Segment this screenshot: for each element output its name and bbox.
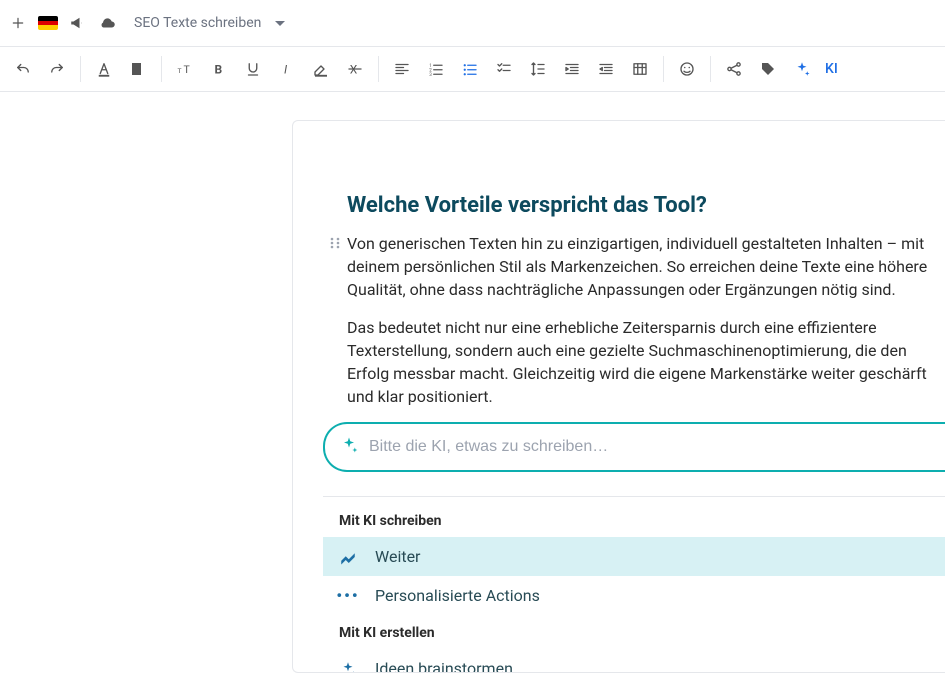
separator (663, 56, 664, 82)
bullet-list-button[interactable] (453, 52, 487, 86)
font-color-icon (95, 60, 113, 78)
sparkle-icon (337, 660, 359, 673)
announcements-button[interactable] (64, 9, 92, 37)
drag-handle-icon[interactable] (329, 235, 341, 254)
font-size-button[interactable]: TT (168, 52, 202, 86)
document-type-label: SEO Texte schreiben (134, 15, 261, 31)
bold-button[interactable]: B (202, 52, 236, 86)
bold-icon: B (210, 60, 228, 78)
emoji-button[interactable] (670, 52, 704, 86)
flag-de-icon (38, 16, 58, 30)
table-icon (631, 60, 649, 78)
language-flag-german[interactable] (34, 9, 62, 37)
content-paragraph-2[interactable]: Das bedeutet nicht nur eine erhebliche Z… (347, 316, 945, 409)
more-dots-icon: ••• (337, 586, 359, 605)
checklist-icon (495, 60, 513, 78)
align-left-button[interactable] (385, 52, 419, 86)
ki-label-button[interactable]: KI (819, 61, 844, 77)
checklist-button[interactable] (487, 52, 521, 86)
chevron-down-icon (275, 21, 285, 26)
editor-toolbar: TT B I X 123 (0, 46, 945, 92)
separator (161, 56, 162, 82)
suggest-section-header-create: Mit KI erstellen (323, 615, 945, 649)
italic-button[interactable]: I (270, 52, 304, 86)
cloud-icon (99, 14, 117, 32)
share-button[interactable] (717, 52, 751, 86)
italic-icon: I (278, 60, 296, 78)
suggest-section-header-write: Mit KI schreiben (323, 503, 945, 537)
redo-icon (48, 60, 66, 78)
tag-icon (759, 60, 777, 78)
font-color-button[interactable] (87, 52, 121, 86)
suggest-item-personalized-actions[interactable]: ••• Personalisierte Actions (323, 576, 945, 615)
undo-icon (14, 60, 32, 78)
text-underline-color-button[interactable] (304, 52, 338, 86)
content-paragraph-1[interactable]: Von generischen Texten hin zu einzigarti… (347, 232, 945, 302)
ai-prompt-input[interactable] (369, 438, 931, 456)
ai-suggestions-panel: Mit KI schreiben Weiter ••• Personalisie… (323, 496, 945, 673)
underline-button[interactable] (236, 52, 270, 86)
indent-increase-button[interactable] (555, 52, 589, 86)
separator (710, 56, 711, 82)
sparkle-icon (339, 435, 359, 459)
bullet-list-icon (461, 60, 479, 78)
strikethrough-button[interactable]: X (338, 52, 372, 86)
megaphone-icon (69, 14, 87, 32)
suggest-item-label: Personalisierte Actions (375, 586, 540, 605)
undo-button[interactable] (6, 52, 40, 86)
suggest-item-label: Weiter (375, 547, 420, 566)
underline-icon (244, 60, 262, 78)
ordered-list-button[interactable]: 123 (419, 52, 453, 86)
highlight-button[interactable] (121, 52, 155, 86)
editor-content: Welche Vorteile verspricht das Tool? Von… (292, 120, 945, 673)
indent-increase-icon (563, 60, 581, 78)
svg-text:I: I (284, 63, 288, 77)
svg-text:T: T (178, 67, 182, 75)
suggest-item-brainstorm[interactable]: Ideen brainstormen (323, 649, 945, 673)
line-spacing-button[interactable] (521, 52, 555, 86)
redo-button[interactable] (40, 52, 74, 86)
cloud-sync-button[interactable] (94, 9, 122, 37)
content-heading: Welche Vorteile verspricht das Tool? (347, 193, 945, 218)
suggest-item-label: Ideen brainstormen (375, 659, 513, 673)
ai-prompt-input-container[interactable] (323, 422, 945, 472)
highlight-icon (129, 60, 147, 78)
add-button[interactable] (4, 9, 32, 37)
top-bar: SEO Texte schreiben (0, 0, 945, 46)
svg-text:3: 3 (429, 72, 432, 78)
svg-text:B: B (215, 63, 223, 77)
indent-decrease-icon (597, 60, 615, 78)
suggest-item-continue[interactable]: Weiter (323, 537, 945, 576)
tag-button[interactable] (751, 52, 785, 86)
font-size-icon: TT (176, 60, 194, 78)
ai-sparkle-button[interactable] (785, 52, 819, 86)
sparkle-icon (793, 60, 811, 78)
insert-table-button[interactable] (623, 52, 657, 86)
separator (378, 56, 379, 82)
line-spacing-icon (529, 60, 547, 78)
indent-decrease-button[interactable] (589, 52, 623, 86)
separator (80, 56, 81, 82)
strikethrough-icon: X (346, 60, 364, 78)
align-left-icon (393, 60, 411, 78)
share-icon (725, 60, 743, 78)
emoji-icon (678, 60, 696, 78)
document-type-dropdown[interactable]: SEO Texte schreiben (134, 15, 285, 31)
svg-text:T: T (184, 63, 191, 76)
ordered-list-icon: 123 (427, 60, 445, 78)
continue-writing-icon (337, 548, 359, 566)
pen-underline-icon (312, 60, 330, 78)
